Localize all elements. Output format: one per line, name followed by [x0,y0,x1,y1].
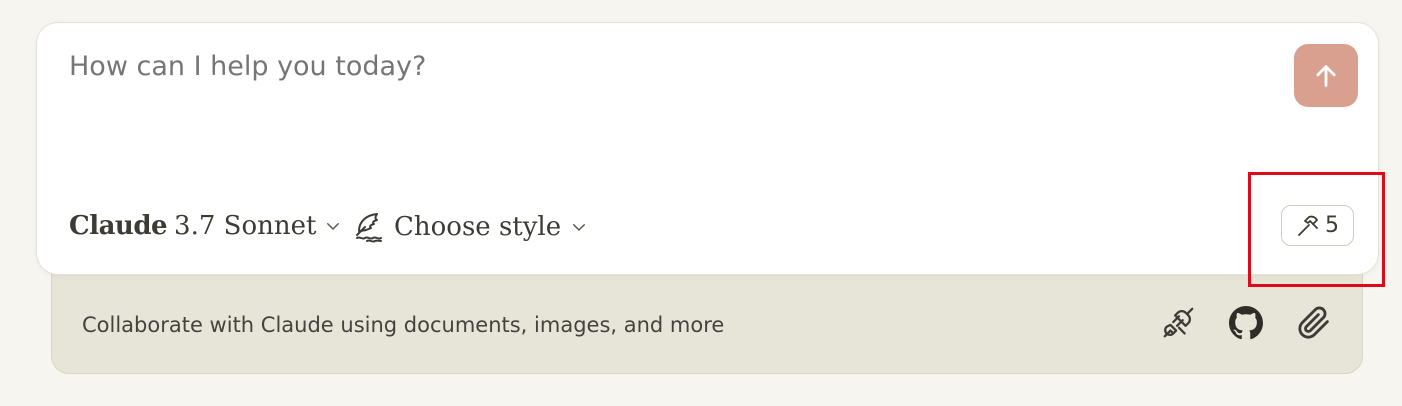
model-brand: Claude [69,211,168,241]
drawer-actions [1160,305,1332,341]
tools-count: 5 [1325,213,1339,238]
github-button[interactable] [1228,305,1264,341]
style-selector[interactable]: Choose style [353,211,588,243]
hammer-icon [1298,215,1318,236]
send-button[interactable] [1294,44,1358,107]
style-label: Choose style [394,212,562,242]
attach-file-button[interactable] [1296,305,1332,341]
model-name: Claude 3.7 Sonnet [69,211,316,241]
arrow-up-icon [1316,64,1336,87]
paperclip-icon [1298,306,1329,339]
app-root: Collaborate with Claude using documents,… [0,0,1402,406]
chat-composer: Claude3.7 Sonnet Choose style [36,22,1379,275]
model-selector[interactable]: Claude 3.7 Sonnet [69,211,342,241]
plug-icon [1163,307,1194,338]
connect-plug-button[interactable] [1160,305,1196,341]
chevron-down-icon [573,224,586,231]
drawer-text: Collaborate with Claude using documents,… [82,313,725,337]
chevron-down-icon [327,223,340,230]
prompt-input[interactable] [69,51,1249,82]
model-version: 3.7 Sonnet [174,211,317,241]
github-icon [1229,306,1263,340]
quill-icon [356,213,382,243]
tools-button[interactable]: 5 [1281,205,1354,246]
